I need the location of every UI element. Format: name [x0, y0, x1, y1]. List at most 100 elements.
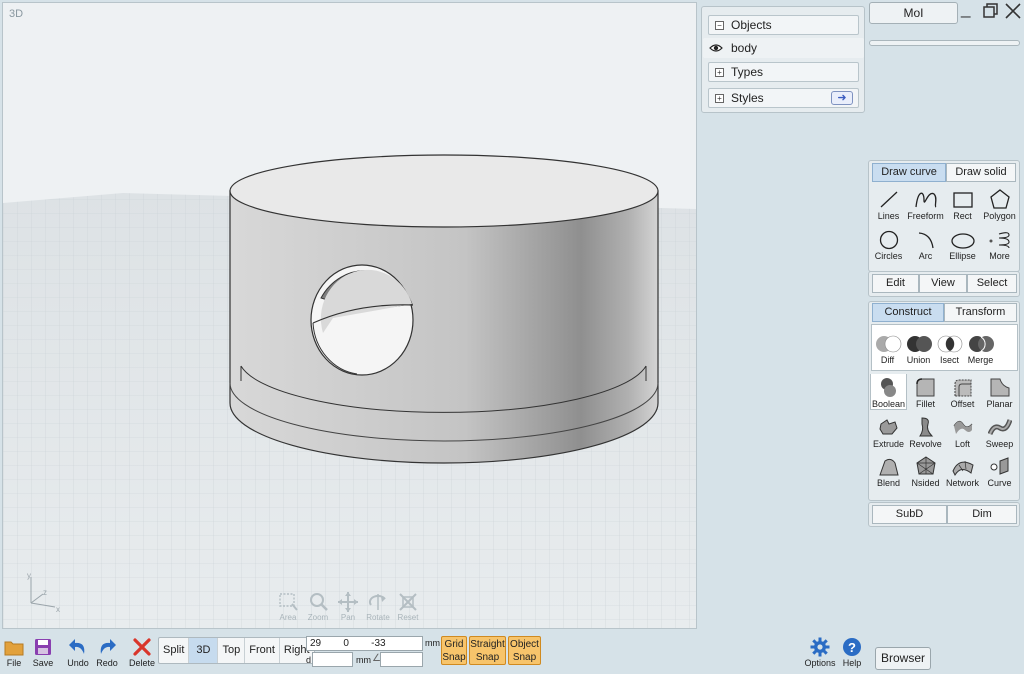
sweep-icon — [981, 414, 1018, 438]
types-label: Types — [731, 65, 764, 79]
angle-input[interactable] — [380, 652, 423, 667]
help-icon: ? — [840, 636, 864, 658]
union-label: Union — [906, 355, 931, 365]
distance-input[interactable] — [312, 652, 353, 667]
view-split-button[interactable]: Split — [159, 638, 190, 663]
network-label: Network — [945, 478, 979, 488]
loft-tool[interactable]: Loft — [944, 414, 981, 449]
tab-draw-solid[interactable]: Draw solid — [946, 163, 1016, 182]
area-zoom-label: Area — [279, 613, 297, 622]
viewport-3d[interactable]: 3D y x z Area Zoom Pan Rotate Reset — [2, 2, 697, 629]
types-header[interactable]: + Types — [708, 62, 859, 82]
redo-icon — [94, 636, 120, 658]
lines-tool[interactable]: Lines — [870, 186, 907, 221]
grid-snap-toggle[interactable]: Grid Snap — [441, 636, 467, 665]
delete-x-icon — [128, 636, 156, 658]
collapse-icon: − — [715, 20, 724, 30]
tab-dim[interactable]: Dim — [947, 505, 1017, 524]
delete-label: Delete — [128, 658, 155, 668]
tab-transform[interactable]: Transform — [944, 303, 1017, 322]
object-body-row[interactable]: body — [703, 38, 864, 58]
extrude-label: Extrude — [872, 439, 905, 449]
close-icon[interactable] — [1005, 3, 1021, 23]
reset-tool[interactable]: Reset — [395, 591, 421, 622]
offset-icon — [944, 374, 981, 398]
styles-label: Styles — [731, 91, 764, 105]
rotate-label: Rotate — [366, 613, 390, 622]
tab-draw-curve[interactable]: Draw curve — [872, 163, 946, 182]
rotate-tool[interactable]: Rotate — [365, 591, 391, 622]
minimize-icon[interactable]: _ — [961, 0, 970, 18]
line-icon — [870, 186, 907, 210]
scene-canvas[interactable] — [3, 3, 697, 629]
offset-tool[interactable]: Offset — [944, 374, 981, 410]
diff-tool[interactable]: Diff — [872, 330, 903, 365]
freeform-label: Freeform — [907, 211, 944, 221]
fillet-label: Fillet — [915, 399, 935, 409]
object-snap-toggle[interactable]: Object Snap — [508, 636, 541, 665]
help-button[interactable]: ? Help — [840, 636, 864, 668]
more-label: More — [989, 251, 1010, 261]
save-button[interactable]: Save — [31, 636, 55, 668]
styles-header[interactable]: + Styles ➜ — [708, 88, 859, 108]
tab-edit[interactable]: Edit — [872, 274, 919, 293]
ellipse-tool[interactable]: Ellipse — [944, 226, 981, 261]
styles-arrow-button[interactable]: ➜ — [831, 91, 853, 105]
save-disk-icon — [31, 636, 55, 658]
browser-button[interactable]: Browser — [875, 647, 931, 670]
coordinate-input[interactable]: 29 0 -33 — [306, 636, 423, 651]
nsided-tool[interactable]: Nsided — [907, 453, 944, 488]
merge-tool[interactable]: Merge — [965, 330, 996, 365]
area-zoom-tool[interactable]: Area — [275, 591, 301, 622]
delete-button[interactable]: Delete — [128, 636, 156, 668]
straight-snap-toggle[interactable]: Straight Snap — [469, 636, 506, 665]
svg-text:?: ? — [848, 640, 856, 655]
tab-select[interactable]: Select — [967, 274, 1017, 293]
view-3d-button[interactable]: 3D — [189, 638, 219, 663]
expand-icon: + — [715, 67, 724, 77]
sweep-tool[interactable]: Sweep — [981, 414, 1018, 449]
rect-tool[interactable]: Rect — [944, 186, 981, 221]
circles-tool[interactable]: Circles — [870, 226, 907, 261]
restore-icon[interactable] — [983, 3, 999, 23]
boolean-merge-icon — [965, 330, 996, 354]
tab-subd[interactable]: SubD — [872, 505, 947, 524]
tab-view[interactable]: View — [919, 274, 967, 293]
expand-icon: + — [715, 93, 724, 103]
objects-header[interactable]: − Objects — [708, 15, 859, 35]
object-snap-line1: Object — [510, 639, 539, 650]
undo-button[interactable]: Undo — [65, 636, 91, 668]
arc-tool[interactable]: Arc — [907, 226, 944, 261]
union-tool[interactable]: Union — [903, 330, 934, 365]
freeform-tool[interactable]: Freeform — [907, 186, 944, 221]
curve-tool[interactable]: Curve — [981, 453, 1018, 488]
redo-button[interactable]: Redo — [94, 636, 120, 668]
pan-tool[interactable]: Pan — [335, 591, 361, 622]
eye-icon[interactable] — [709, 43, 723, 53]
object-body-label: body — [731, 41, 758, 55]
planar-tool[interactable]: Planar — [981, 374, 1018, 410]
file-button[interactable]: File — [2, 636, 26, 668]
extrude-tool[interactable]: Extrude — [870, 414, 907, 449]
diff-label: Diff — [880, 355, 895, 365]
tab-construct[interactable]: Construct — [872, 303, 944, 322]
polygon-tool[interactable]: Polygon — [981, 186, 1018, 221]
options-button[interactable]: Options — [803, 636, 837, 668]
network-tool[interactable]: Network — [944, 453, 981, 488]
fillet-tool[interactable]: Fillet — [907, 374, 944, 410]
planar-icon — [981, 374, 1018, 398]
view-top-button[interactable]: Top — [218, 638, 246, 663]
zoom-tool[interactable]: Zoom — [305, 591, 331, 622]
more-tool[interactable]: More — [981, 226, 1018, 261]
isect-tool[interactable]: Isect — [934, 330, 965, 365]
boolean-tool[interactable]: Boolean — [870, 374, 907, 410]
blend-tool[interactable]: Blend — [870, 453, 907, 488]
curve-label: Curve — [987, 478, 1012, 488]
view-front-button[interactable]: Front — [245, 638, 280, 663]
revolve-tool[interactable]: Revolve — [907, 414, 944, 449]
moi-menu-button[interactable]: MoI — [869, 2, 958, 24]
straight-snap-line2: Snap — [475, 652, 500, 663]
lines-label: Lines — [877, 211, 900, 221]
boolean-label: Boolean — [871, 399, 906, 409]
draw-tabs: Draw curve Draw solid — [872, 163, 1016, 182]
